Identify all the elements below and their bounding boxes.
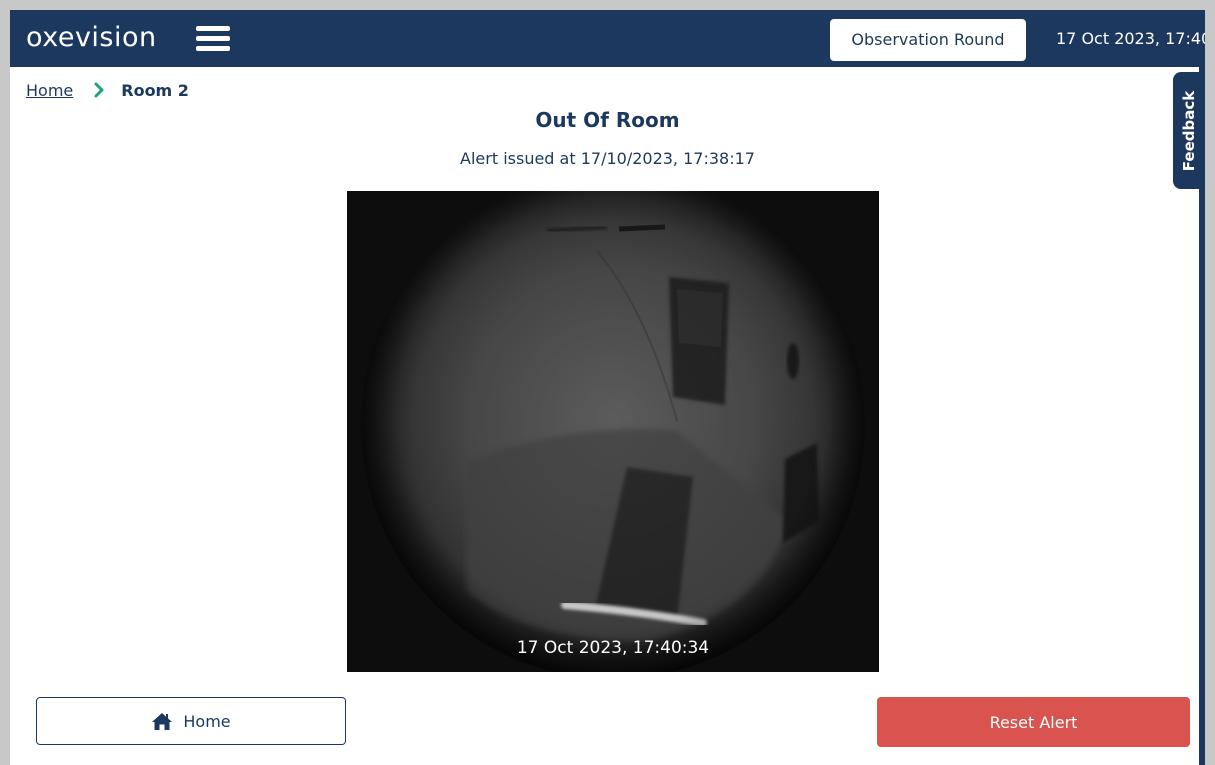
camera-feed: 17 Oct 2023, 17:40:34 bbox=[347, 191, 879, 672]
reset-alert-label: Reset Alert bbox=[989, 712, 1078, 732]
alert-title: Out Of Room bbox=[535, 108, 680, 132]
camera-image bbox=[347, 191, 879, 672]
app-window: oxevision Observation Round 17 Oct 2023,… bbox=[10, 10, 1205, 765]
app-logo[interactable]: oxevision bbox=[26, 21, 157, 55]
top-bar: oxevision Observation Round 17 Oct 2023,… bbox=[10, 10, 1205, 67]
home-button-label: Home bbox=[183, 711, 231, 731]
observation-round-button[interactable]: Observation Round bbox=[830, 19, 1026, 61]
breadcrumb-current: Room 2 bbox=[121, 80, 189, 100]
alert-issued-text: Alert issued at 17/10/2023, 17:38:17 bbox=[460, 149, 755, 168]
home-button[interactable]: Home bbox=[36, 697, 346, 745]
hamburger-icon[interactable] bbox=[194, 24, 232, 54]
camera-timestamp: 17 Oct 2023, 17:40:34 bbox=[516, 638, 710, 658]
screen-frame: oxevision Observation Round 17 Oct 2023,… bbox=[0, 0, 1215, 765]
chevron-right-icon bbox=[94, 82, 104, 98]
breadcrumb: Home Room 2 bbox=[26, 78, 189, 102]
reset-alert-button[interactable]: Reset Alert bbox=[877, 697, 1190, 747]
breadcrumb-home-link[interactable]: Home bbox=[26, 81, 73, 100]
house-icon bbox=[152, 713, 173, 730]
header-datetime: 17 Oct 2023, 17:40 bbox=[1056, 29, 1205, 48]
